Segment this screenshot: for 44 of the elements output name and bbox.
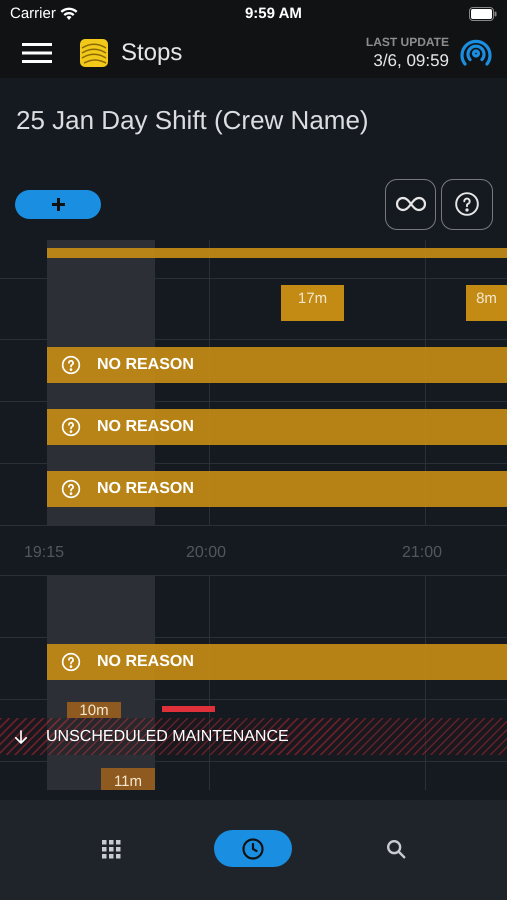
band-label: UNSCHEDULED MAINTENANCE (46, 726, 289, 746)
last-update-label: LAST UPDATE (366, 34, 449, 50)
question-icon (454, 191, 480, 217)
question-icon (61, 479, 81, 499)
stop-bar[interactable]: NO REASON (47, 471, 507, 507)
duration-block[interactable]: 10m (67, 702, 121, 718)
time-axis-label: 21:00 (402, 543, 442, 563)
duration-block[interactable]: 8m (466, 285, 507, 321)
shift-title: 25 Jan Day Shift (Crew Name) (16, 104, 370, 137)
stop-bar[interactable]: NO REASON (47, 409, 507, 445)
search-icon (384, 838, 407, 860)
time-axis-label: 19:15 (24, 543, 64, 563)
duration-block[interactable]: 17m (281, 285, 344, 321)
plus-icon (52, 198, 64, 210)
help-button[interactable] (441, 178, 493, 230)
reason-label: NO REASON (97, 417, 194, 437)
link-button[interactable] (385, 178, 436, 230)
reason-label: NO REASON (97, 652, 194, 672)
duration-block[interactable]: 11m (101, 768, 155, 790)
broadcast-icon[interactable] (459, 38, 493, 68)
add-button[interactable] (15, 190, 101, 218)
stop-marker (162, 706, 215, 712)
stop-bar[interactable]: NO REASON (47, 347, 507, 383)
page-title: Stops (121, 38, 182, 68)
grid-icon (101, 838, 122, 858)
reason-label: NO REASON (97, 355, 194, 375)
logo-icon (80, 39, 108, 67)
battery-icon (469, 7, 497, 21)
carrier-label: Carrier (10, 4, 56, 24)
down-arrow-icon (12, 728, 30, 746)
nav-tab[interactable] (214, 830, 292, 867)
clock-icon (241, 836, 266, 860)
time-axis-label: 20:00 (186, 543, 226, 563)
stop-bar[interactable]: NO REASON (47, 644, 507, 680)
last-update-value: 3/6, 09:59 (373, 50, 449, 72)
wifi-icon (60, 7, 78, 21)
question-icon (61, 652, 81, 672)
reason-label: NO REASON (97, 479, 194, 499)
question-icon (61, 355, 81, 375)
maintenance-band[interactable]: UNSCHEDULED MAINTENANCE (0, 718, 507, 755)
menu-icon[interactable] (22, 42, 52, 64)
infinity-icon (396, 196, 426, 212)
question-icon (61, 417, 81, 437)
status-time: 9:59 AM (244, 4, 302, 24)
